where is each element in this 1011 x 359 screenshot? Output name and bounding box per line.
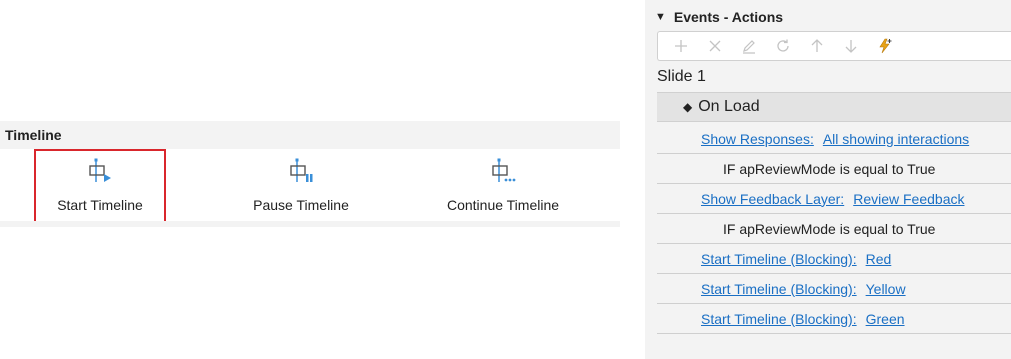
refresh-icon	[777, 39, 789, 52]
action-row-show-responses[interactable]: Show Responses: All showing interactions	[657, 124, 1011, 154]
continue-timeline-button[interactable]: Continue Timeline	[432, 149, 574, 221]
action-value-link[interactable]: All showing interactions	[823, 131, 969, 147]
move-down-button[interactable]	[834, 32, 868, 60]
timeline-ribbon-group: Timeline Start Timeline Pause Timeline C…	[0, 121, 620, 227]
slide-title: Slide 1	[657, 68, 706, 85]
move-up-button[interactable]	[800, 32, 834, 60]
timeline-continue-icon	[492, 158, 516, 182]
page: Timeline Start Timeline Pause Timeline C…	[0, 0, 1011, 359]
timeline-group-title: Timeline	[0, 121, 620, 149]
action-label-link[interactable]: Show Responses:	[701, 131, 814, 147]
timeline-start-icon	[89, 158, 111, 182]
add-action-button[interactable]	[664, 32, 698, 60]
action-label-link[interactable]: Show Feedback Layer:	[701, 191, 844, 207]
condition-row[interactable]: IF apReviewMode is equal to True	[657, 154, 1011, 184]
continue-timeline-label: Continue Timeline	[446, 197, 560, 213]
action-row-start-timeline-red[interactable]: Start Timeline (Blocking): Red	[657, 244, 1011, 274]
edit-action-button[interactable]	[732, 32, 766, 60]
start-timeline-button[interactable]: Start Timeline	[34, 149, 166, 223]
delete-action-button[interactable]	[698, 32, 732, 60]
pause-timeline-button[interactable]: Pause Timeline	[236, 149, 366, 221]
edit-icon	[743, 40, 755, 54]
condition-text: IF apReviewMode is equal to True	[723, 160, 936, 177]
condition-row[interactable]: IF apReviewMode is equal to True	[657, 214, 1011, 244]
action-label-link[interactable]: Start Timeline (Blocking):	[701, 281, 857, 297]
action-value-link[interactable]: Review Feedback	[853, 191, 964, 207]
action-value-link[interactable]: Green	[866, 311, 905, 327]
arrow-down-icon	[845, 40, 857, 53]
events-actions-title: Events - Actions	[673, 9, 784, 25]
action-row-start-timeline-yellow[interactable]: Start Timeline (Blocking): Yellow	[657, 274, 1011, 304]
action-row-start-timeline-green[interactable]: Start Timeline (Blocking): Green	[657, 304, 1011, 334]
condition-text: IF apReviewMode is equal to True	[723, 220, 936, 237]
events-toolbar	[657, 31, 1011, 61]
close-icon	[709, 40, 721, 52]
refresh-action-button[interactable]	[766, 32, 800, 60]
events-actions-panel: ▼ Events - Actions Slide 1 ◆ On Load Sho…	[645, 0, 1011, 359]
action-value-link[interactable]: Red	[866, 251, 892, 267]
event-name: On Load	[698, 98, 760, 115]
timeline-group-footer	[0, 221, 620, 227]
action-label-link[interactable]: Start Timeline (Blocking):	[701, 251, 857, 267]
events-actions-header[interactable]: ▼ Events - Actions	[655, 7, 783, 27]
event-row-on-load[interactable]: ◆ On Load	[657, 92, 1011, 122]
action-value-link[interactable]: Yellow	[866, 281, 906, 297]
timeline-buttons-area: Start Timeline Pause Timeline Continue T…	[0, 149, 620, 223]
timeline-pause-icon	[290, 158, 313, 182]
diamond-icon: ◆	[683, 100, 693, 114]
action-list: Show Responses: All showing interactions…	[657, 124, 1011, 334]
add-event-icon	[879, 38, 892, 54]
action-row-show-feedback-layer[interactable]: Show Feedback Layer: Review Feedback	[657, 184, 1011, 214]
pause-timeline-label: Pause Timeline	[253, 197, 349, 213]
add-event-button[interactable]	[868, 32, 902, 60]
collapse-caret-icon[interactable]: ▼	[655, 11, 666, 23]
start-timeline-label: Start Timeline	[57, 197, 143, 213]
action-label-link[interactable]: Start Timeline (Blocking):	[701, 311, 857, 327]
plus-icon	[675, 40, 687, 52]
arrow-up-icon	[811, 39, 823, 52]
